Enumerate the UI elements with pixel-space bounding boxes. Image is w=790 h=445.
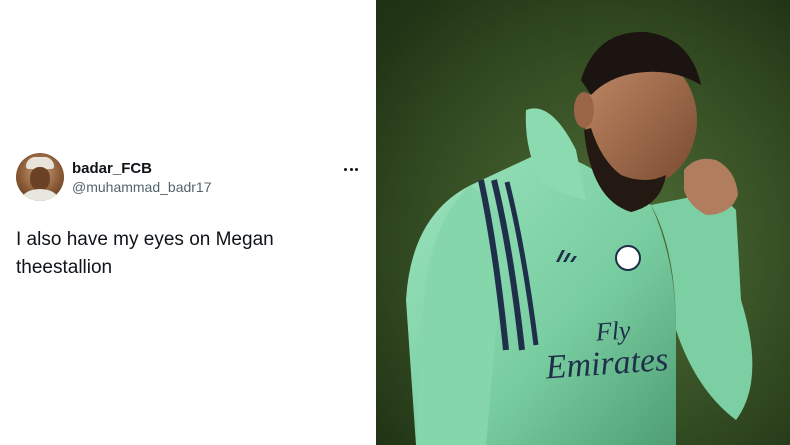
- svg-text:Fly: Fly: [594, 315, 632, 346]
- avatar-shoulders: [22, 189, 58, 201]
- display-name[interactable]: badar_FCB: [72, 160, 152, 177]
- avatar[interactable]: [16, 153, 64, 201]
- tweet-text: I also have my eyes on Megan theestallio…: [16, 226, 361, 282]
- tweet-text-line-1: I also have my eyes on Megan: [16, 229, 274, 250]
- tweet-photo[interactable]: Emirates Fly: [376, 0, 790, 445]
- tweet-card: badar_FCB @muhammad_badr17 I also have m…: [0, 0, 376, 445]
- photo-illustration: Emirates Fly: [376, 0, 790, 445]
- avatar-face: [30, 167, 50, 191]
- user-handle[interactable]: @muhammad_badr17: [72, 179, 212, 195]
- more-horizontal-icon[interactable]: [340, 160, 362, 178]
- tweet-text-line-2: theestallion: [16, 257, 113, 278]
